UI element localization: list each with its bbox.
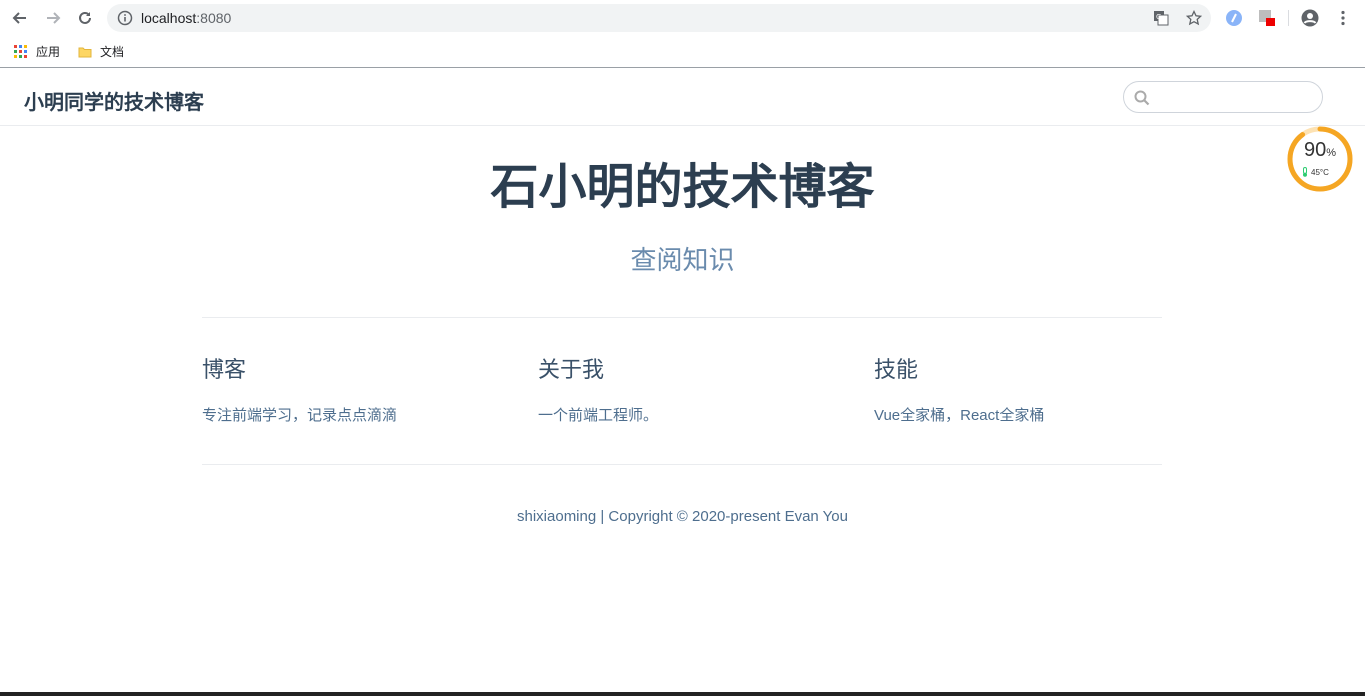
bookmark-docs[interactable]: 文档: [78, 43, 124, 60]
menu-kebab-icon[interactable]: [1334, 9, 1352, 27]
site-title-link[interactable]: 小明同学的技术博客: [24, 86, 204, 115]
info-icon[interactable]: [117, 10, 133, 26]
search-input[interactable]: [1156, 86, 1318, 110]
footer: shixiaoming | Copyright © 2020-present E…: [517, 508, 848, 525]
star-icon[interactable]: [1186, 10, 1202, 26]
feature-title: 技能: [874, 357, 919, 382]
svg-text:G: G: [1156, 13, 1161, 21]
extension-red-badge-icon[interactable]: [1258, 9, 1276, 27]
feature-about: 关于我 一个前端工程师。: [538, 355, 838, 427]
toolbar-divider: [1288, 10, 1289, 26]
bookmark-apps-label: 应用: [36, 45, 61, 59]
widget-percent-value: 90: [1303, 139, 1327, 161]
feature-title: 关于我: [538, 357, 605, 382]
arrow-right-icon: [47, 12, 61, 24]
footer-divider: [202, 464, 1162, 465]
translate-icon[interactable]: G: [1153, 10, 1169, 26]
bookmark-apps[interactable]: 应用: [14, 43, 60, 60]
forward-button[interactable]: [43, 8, 63, 28]
reload-icon: [79, 11, 91, 24]
hero-description: 查阅知识: [630, 245, 735, 275]
apps-grid-icon: [14, 44, 27, 58]
extension-blue-icon[interactable]: [1225, 9, 1243, 27]
url-host: localhost: [141, 10, 197, 26]
browser-toolbar: localhost:8080 G: [0, 0, 1365, 36]
thermometer-icon: [1303, 167, 1307, 177]
site-navbar: 小明同学的技术博客: [0, 69, 1365, 126]
screen-bottom-edge: [0, 692, 1365, 696]
widget-temperature: 45°C: [1302, 167, 1329, 177]
hero-title: 石小明的技术博客: [490, 161, 875, 214]
feature-details: 一个前端工程师。: [538, 407, 659, 424]
search-box[interactable]: [1123, 81, 1323, 113]
url-port: :8080: [196, 10, 232, 26]
feature-details: 专注前端学习，记录点点滴滴: [202, 407, 398, 424]
address-bar[interactable]: localhost:8080 G: [107, 4, 1211, 32]
bookmark-docs-label: 文档: [100, 45, 125, 59]
widget-percent-unit: %: [1326, 147, 1337, 159]
bookmarks-bar: 应用 文档: [0, 36, 1365, 68]
hero-divider: [202, 317, 1162, 318]
search-icon: [1134, 90, 1150, 106]
folder-icon: [78, 47, 92, 57]
profile-icon[interactable]: [1301, 9, 1319, 27]
reload-button[interactable]: [75, 8, 95, 28]
feature-skills: 技能 Vue全家桶，React全家桶: [874, 355, 1174, 427]
feature-details: Vue全家桶，React全家桶: [874, 407, 1045, 424]
feature-blog: 博客 专注前端学习，记录点点滴滴: [202, 355, 502, 427]
widget-percent: 90%: [1286, 139, 1354, 162]
widget-temperature-value: 45°C: [1311, 167, 1329, 177]
url-text[interactable]: localhost:8080: [141, 10, 231, 26]
feature-title: 博客: [202, 357, 247, 382]
performance-widget[interactable]: 90% 45°C: [1286, 125, 1354, 193]
back-button[interactable]: [10, 8, 30, 28]
arrow-left-icon: [12, 12, 26, 24]
